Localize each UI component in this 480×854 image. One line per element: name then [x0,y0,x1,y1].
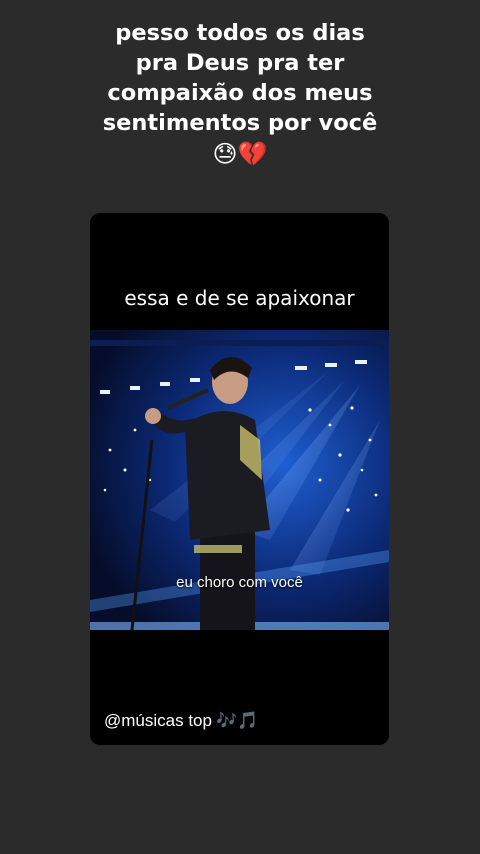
music-notes-emoji: 🎶🎵 [215,711,259,730]
caption-line-4: sentimentos por você [102,110,378,136]
account-handle[interactable]: @músicas top 🎶🎵 [104,711,258,731]
caption-line-1: pesso todos os dias [115,20,365,46]
caption-emojis: 😓💔 [212,140,268,168]
caption-line-3: compaixão dos meus [107,80,373,106]
caption-line-2: pra Deus pra ter [135,50,345,76]
video-subtitle: eu choro com você [176,574,303,591]
video-title: essa e de se apaixonar [124,286,355,310]
handle-text[interactable]: @músicas top [104,711,212,730]
shared-video-card[interactable]: essa e de se apaixonar eu choro com você… [90,213,389,745]
story-caption: pesso todos os dias pra Deus pra ter com… [0,18,480,170]
